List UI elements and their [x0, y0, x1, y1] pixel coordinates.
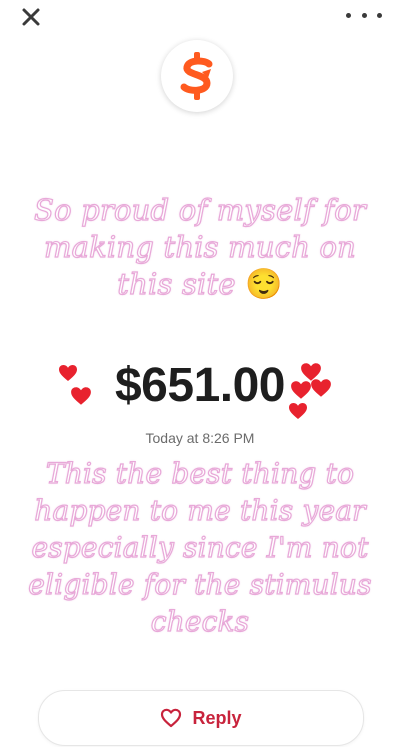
caption-top-text: So proud of myself for making this much …: [33, 192, 366, 301]
more-options-button[interactable]: [346, 6, 382, 24]
caption-top: So proud of myself for making this much …: [20, 192, 380, 303]
reply-button[interactable]: Reply: [38, 690, 364, 746]
close-button[interactable]: [18, 4, 44, 30]
payment-amount: $651.00: [114, 359, 286, 412]
red-heart-icon: [291, 381, 311, 399]
red-heart-icon: [311, 379, 331, 397]
red-heart-icon: [289, 403, 307, 419]
more-options-icon: [346, 12, 351, 18]
payment-amount-row: $651.00: [0, 352, 400, 422]
reply-label: Reply: [192, 707, 242, 728]
top-bar: [0, 0, 400, 36]
brand-logo: [161, 40, 233, 112]
close-icon: [22, 8, 40, 26]
dollar-sign-icon: [180, 52, 213, 100]
relieved-face-emoji: 😌: [245, 267, 283, 302]
payment-timestamp: Today at 8:26 PM: [145, 430, 255, 446]
caption-bottom: This the best thing to happen to me this…: [20, 455, 380, 640]
caption-bottom-text: This the best thing to happen to me this…: [28, 456, 372, 638]
heart-outline-icon: [161, 708, 182, 728]
